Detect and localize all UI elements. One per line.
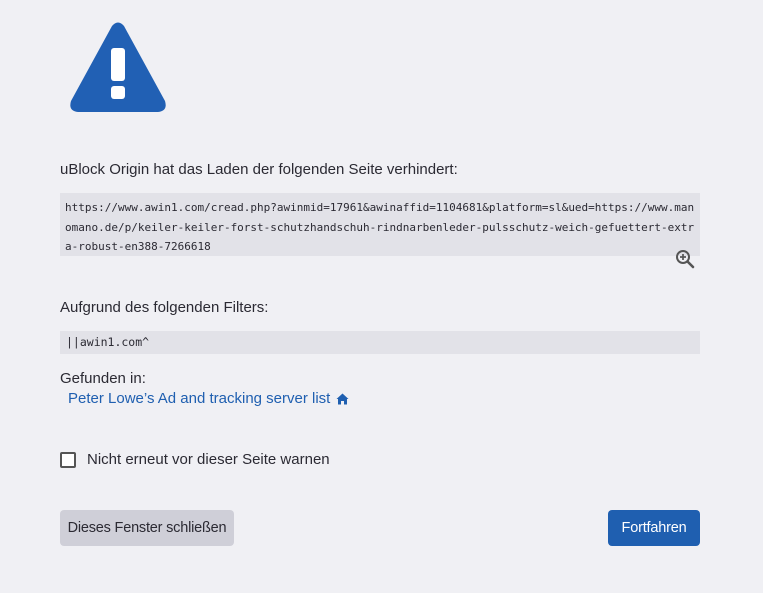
dont-warn-checkbox[interactable] xyxy=(60,451,76,468)
blocked-url: https://www.awin1.com/cread.php?awinmid=… xyxy=(60,193,700,256)
dont-warn-label: Nicht erneut vor dieser Seite warnen xyxy=(87,451,330,468)
blocked-message: uBlock Origin hat das Laden der folgende… xyxy=(60,161,458,178)
found-in-label: Gefunden in: xyxy=(60,370,146,387)
warning-triangle-icon xyxy=(70,22,166,112)
dont-warn-row[interactable]: Nicht erneut vor dieser Seite warnen xyxy=(60,451,330,468)
filter-label: Aufgrund des folgenden Filters: xyxy=(60,299,269,316)
zoom-in-icon[interactable] xyxy=(675,249,695,269)
filter-list-link[interactable]: Peter Lowe’s Ad and tracking server list xyxy=(68,390,349,407)
close-window-button[interactable]: Dieses Fenster schließen xyxy=(60,510,234,546)
blocked-page: uBlock Origin hat das Laden der folgende… xyxy=(0,0,763,593)
filter-value: ||awin1.com^ xyxy=(60,331,700,354)
filter-list-label: Peter Lowe’s Ad and tracking server list xyxy=(68,390,331,407)
home-icon xyxy=(336,393,349,404)
continue-button[interactable]: Fortfahren xyxy=(608,510,700,546)
